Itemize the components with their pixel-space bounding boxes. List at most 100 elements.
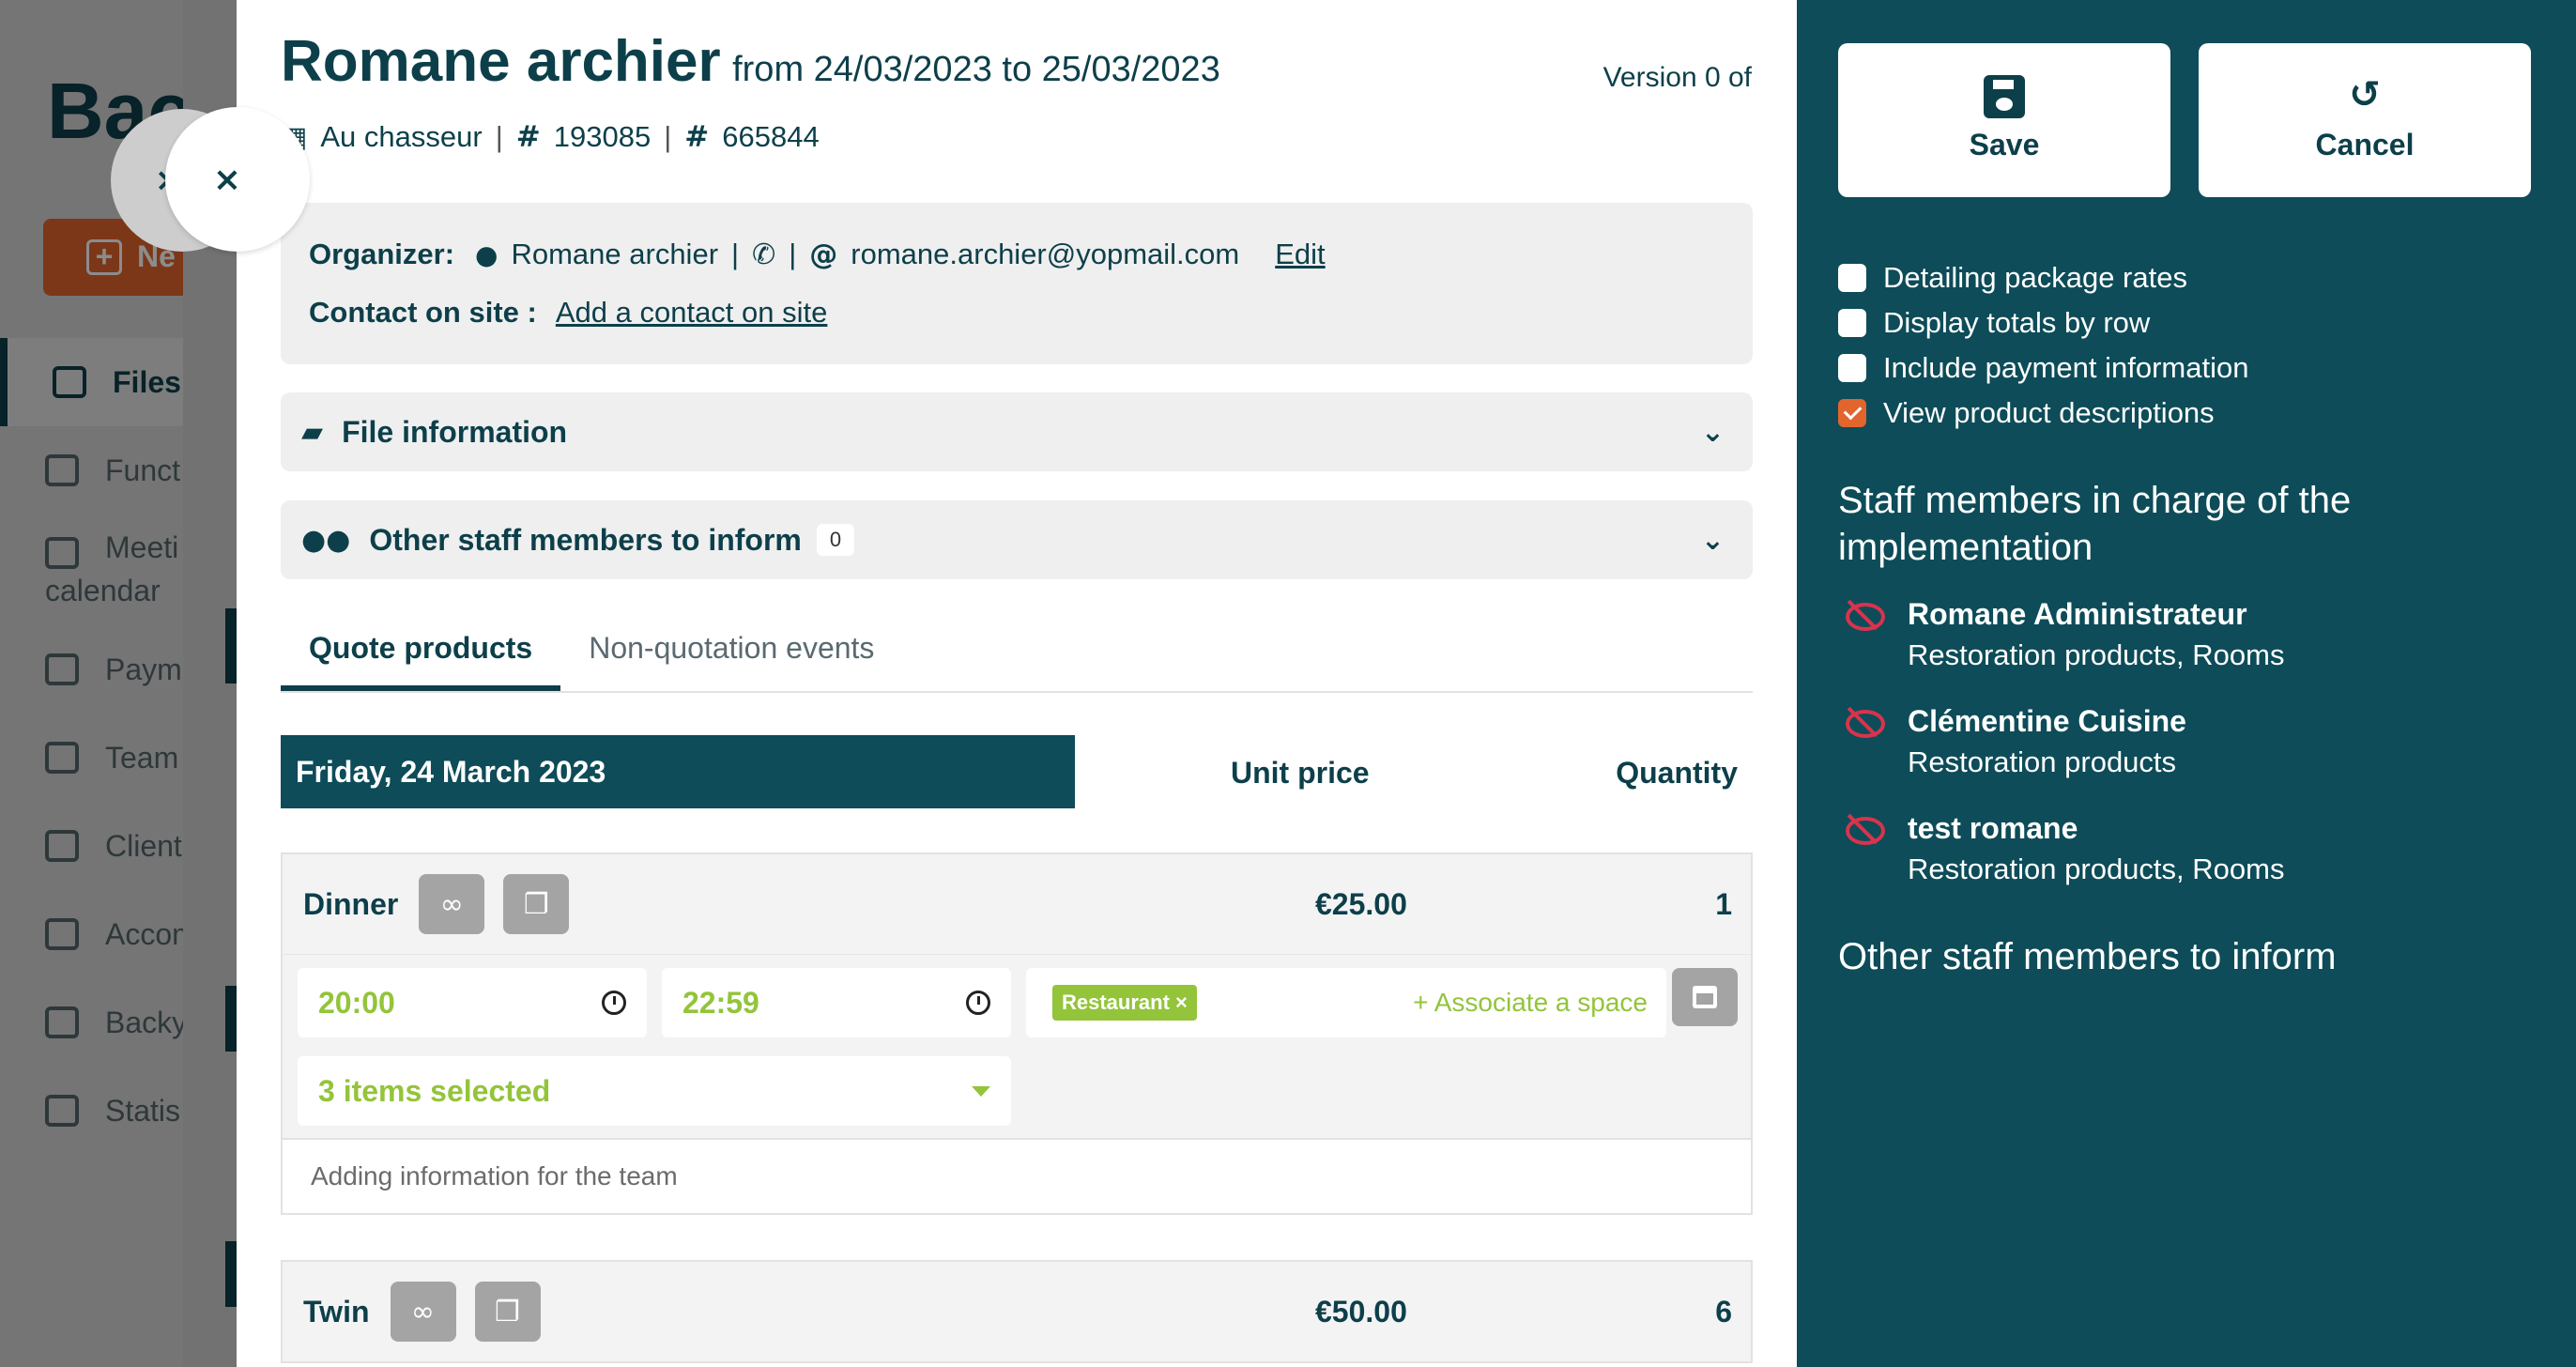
secondary-number: 665844 [722, 120, 820, 153]
tab-quote-products[interactable]: Quote products [281, 612, 561, 691]
contact-label: Contact on site : [309, 296, 537, 329]
column-quantity: Quantity [1616, 756, 1738, 790]
staff-name: Romane Administrateur [1908, 596, 2247, 631]
product-row: Twin ∞ ❐ €50.00 6 [283, 1262, 1751, 1361]
clock-icon [602, 991, 626, 1015]
page-title: Romane archier from 24/03/2023 to 25/03/… [281, 28, 1220, 95]
tab-non-quotation-events[interactable]: Non-quotation events [560, 612, 902, 691]
divider: | [789, 238, 797, 270]
save-icon [1984, 75, 2025, 118]
settings-panel: Save ↺ Cancel Detailing package rates Di… [1797, 0, 2576, 1367]
staff-member: Romane Administrateur Restoration produc… [1844, 591, 2284, 672]
calendar-button[interactable] [1672, 968, 1738, 1026]
eye-slash-icon[interactable] [1844, 601, 1885, 631]
cancel-button[interactable]: ↺ Cancel [2199, 43, 2531, 197]
mask-icon[interactable]: ∞ [419, 874, 485, 934]
column-unit-price: Unit price [1231, 756, 1370, 790]
checkbox[interactable] [1838, 354, 1866, 382]
file-number: 193085 [553, 120, 652, 153]
option-detailing-package-rates[interactable]: Detailing package rates [1838, 255, 2248, 300]
add-contact-link[interactable]: Add a contact on site [556, 296, 828, 330]
end-time-input[interactable]: 22:59 [662, 968, 1011, 1037]
venue-name: Au chasseur [320, 120, 483, 153]
at-icon: @ [809, 238, 838, 271]
option-display-totals-by-row[interactable]: Display totals by row [1838, 300, 2248, 346]
users-icon: ●● [301, 523, 351, 557]
hash-building-icon: # [684, 120, 710, 154]
organizer-label: Organizer: [309, 238, 455, 270]
product-name: Dinner [303, 886, 399, 921]
product-unit-price: €25.00 [1315, 886, 1407, 921]
product-unit-price: €50.00 [1315, 1294, 1407, 1329]
product-name: Twin [303, 1294, 370, 1329]
organizer-name: Romane archier [511, 238, 719, 270]
file-meta: ▦ Au chasseur | # 193085 | # 665844 [281, 120, 820, 154]
organizer-email[interactable]: romane.archier@yopmail.com [851, 238, 1239, 271]
space-tag[interactable]: Restaurant × [1052, 985, 1197, 1021]
divider: | [731, 238, 740, 270]
mask-icon[interactable]: ∞ [390, 1282, 456, 1342]
organizer-box: Organizer: ● Romane archier | ✆ | @ roma… [281, 203, 1753, 364]
count-badge: 0 [816, 524, 855, 556]
option-view-product-descriptions[interactable]: View product descriptions [1838, 391, 2248, 436]
chevron-down-icon: ⌄ [1700, 523, 1725, 557]
calendar-icon [1693, 986, 1717, 1008]
inform-section-title: Other staff members to inform [1838, 936, 2337, 977]
product-row: Dinner ∞ ❐ €25.00 1 [283, 854, 1751, 954]
other-staff-accordion[interactable]: ●● Other staff members to inform 0 ⌄ [281, 500, 1753, 579]
checkbox[interactable] [1838, 264, 1866, 292]
staff-roles: Restoration products [1908, 745, 2177, 778]
duplicate-icon[interactable]: ❐ [474, 1282, 541, 1342]
items-select[interactable]: 3 items selected [298, 1056, 1011, 1126]
undo-icon: ↺ [2349, 73, 2381, 116]
checkbox-checked[interactable] [1838, 399, 1866, 427]
event-file-modal: Romane archier from 24/03/2023 to 25/03/… [237, 0, 1797, 1367]
caret-down-icon [972, 1085, 990, 1097]
day-header: Friday, 24 March 2023 Unit price Quantit… [281, 735, 1753, 808]
accordion-label: Other staff members to inform [369, 522, 802, 557]
phone-icon[interactable]: ✆ [752, 238, 775, 271]
organizer-line: Organizer: ● Romane archier | ✆ | @ roma… [309, 235, 1725, 274]
options-list: Detailing package rates Display totals b… [1838, 255, 2248, 436]
option-include-payment-information[interactable]: Include payment information [1838, 346, 2248, 391]
hash-icon: # [515, 120, 541, 154]
divider: | [495, 120, 503, 153]
product-block: Twin ∞ ❐ €50.00 6 [281, 1260, 1753, 1363]
clock-icon [966, 991, 990, 1015]
staff-member: Clémentine Cuisine Restoration products [1844, 699, 2186, 779]
space-field[interactable]: Restaurant × + Associate a space [1026, 968, 1666, 1037]
start-time-input[interactable]: 20:00 [298, 968, 647, 1037]
checkbox[interactable] [1838, 309, 1866, 337]
product-quantity[interactable]: 1 [1715, 887, 1732, 922]
team-note-input[interactable]: Adding information for the team [283, 1138, 1751, 1213]
staff-member: test romane Restoration products, Rooms [1844, 806, 2284, 886]
staff-section-title: Staff members in charge of the implement… [1838, 480, 2352, 568]
edit-organizer-link[interactable]: Edit [1275, 238, 1325, 271]
accordion-label: File information [342, 414, 568, 449]
product-quantity[interactable]: 6 [1715, 1295, 1732, 1329]
eye-slash-icon[interactable] [1844, 708, 1885, 738]
eye-slash-icon[interactable] [1844, 815, 1885, 845]
close-icon: × [212, 160, 242, 199]
folder-open-icon: ▰ [301, 415, 324, 449]
associate-space-link[interactable]: + Associate a space [1413, 988, 1648, 1018]
tabs: Quote products Non-quotation events [281, 612, 1753, 693]
chevron-down-icon: ⌄ [1700, 415, 1725, 449]
day-label: Friday, 24 March 2023 [281, 735, 1075, 808]
staff-name: test romane [1908, 810, 2078, 845]
save-button[interactable]: Save [1838, 43, 2170, 197]
version-label: Version 0 of [1602, 62, 1752, 93]
divider: | [664, 120, 672, 153]
staff-name: Clémentine Cuisine [1908, 703, 2186, 738]
client-name: Romane archier [281, 29, 721, 94]
duplicate-icon[interactable]: ❐ [503, 874, 570, 934]
staff-roles: Restoration products, Rooms [1908, 638, 2285, 671]
event-dates: from 24/03/2023 to 25/03/2023 [732, 50, 1220, 89]
close-modal-button[interactable]: × [165, 107, 310, 252]
user-icon: ● [475, 238, 498, 270]
file-information-accordion[interactable]: ▰ File information ⌄ [281, 392, 1753, 471]
product-block: Dinner ∞ ❐ €25.00 1 20:00 22:59 Restaura… [281, 852, 1753, 1215]
staff-roles: Restoration products, Rooms [1908, 852, 2285, 885]
product-detail: 20:00 22:59 Restaurant × + Associate a s… [283, 954, 1751, 1138]
contact-line: Contact on site : Add a contact on site [309, 293, 1725, 332]
